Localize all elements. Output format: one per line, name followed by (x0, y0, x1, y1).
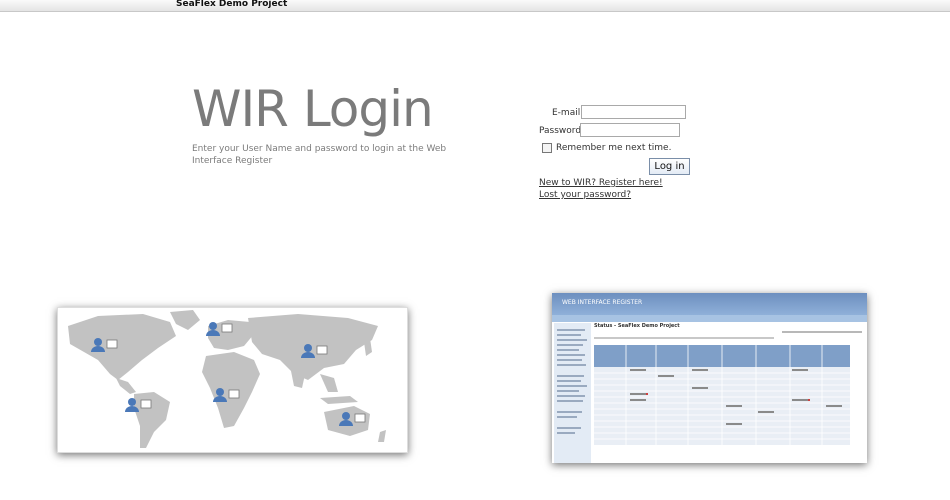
wir-screenshot-preview: WEB INTERFACE REGISTER Status - SeaFlex … (552, 293, 867, 463)
email-label: E-mail: (552, 108, 584, 118)
remember-me-label: Remember me next time. (556, 143, 672, 153)
email-field[interactable] (581, 105, 686, 119)
preview-header-title: WEB INTERFACE REGISTER (562, 299, 643, 306)
preview-subheader (552, 315, 867, 322)
password-field[interactable] (580, 123, 680, 137)
top-bar: SeaFlex Demo Project (0, 0, 950, 12)
password-label: Password: (539, 126, 585, 136)
login-instructions: Enter your User Name and password to log… (192, 144, 447, 166)
lost-password-link[interactable]: Lost your password? (539, 190, 631, 200)
preview-header: WEB INTERFACE REGISTER (552, 293, 867, 315)
project-title: SeaFlex Demo Project (176, 0, 288, 9)
preview-status-table (594, 331, 862, 445)
world-map-image (57, 307, 408, 453)
register-link[interactable]: New to WIR? Register here! (539, 178, 663, 188)
remember-me-checkbox[interactable] (542, 143, 552, 153)
login-button[interactable]: Log in (649, 158, 690, 175)
preview-sidebar (554, 323, 591, 463)
page-title: WIR Login (192, 80, 434, 138)
